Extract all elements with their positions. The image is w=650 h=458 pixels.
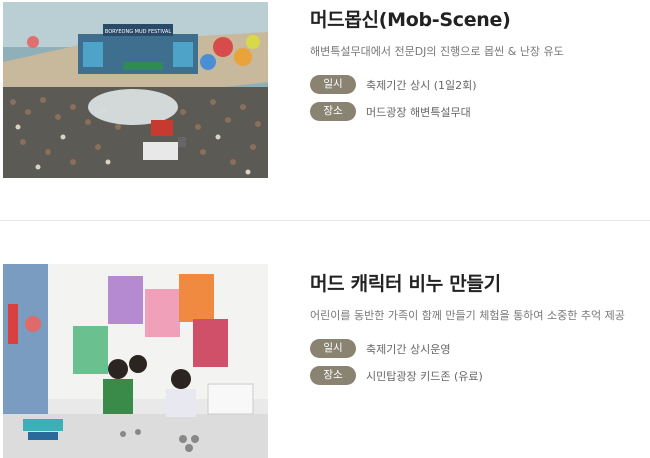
mud-soap-info: 머드 캐릭터 비누 만들기 어린이를 동반한 가족이 함께 만들기 체험을 통하…	[310, 270, 650, 393]
mud-soap-image	[3, 264, 268, 458]
program-title: 머드몹신(Mob-Scene)	[310, 9, 511, 31]
program-mud-soap: 머드 캐릭터 비누 만들기 어린이를 동반한 가족이 함께 만들기 체험을 통하…	[0, 264, 650, 458]
schedule-badge: 일시	[310, 339, 356, 358]
schedule-badge: 일시	[310, 75, 356, 94]
location-badge: 장소	[310, 102, 356, 121]
location-badge: 장소	[310, 366, 356, 385]
program-description: 어린이를 동반한 가족이 함께 만들기 체험을 통하여 소중한 추억 제공	[310, 309, 625, 322]
schedule-row: 일시 축제기간 상시운영	[310, 339, 650, 358]
schedule-value: 축제기간 상시 (1일2회)	[366, 78, 477, 92]
mud-soap-photo	[3, 264, 268, 458]
mob-scene-image: BORYEONG MUD FESTIVAL	[3, 2, 268, 178]
schedule-value: 축제기간 상시운영	[366, 342, 451, 356]
section-divider	[0, 220, 650, 221]
location-value: 시민탑광장 키드존 (유료)	[366, 369, 483, 383]
location-row: 장소 머드광장 해변특설무대	[310, 102, 650, 121]
program-title: 머드 캐릭터 비누 만들기	[310, 273, 501, 295]
mob-scene-photo: BORYEONG MUD FESTIVAL	[3, 2, 268, 178]
schedule-row: 일시 축제기간 상시 (1일2회)	[310, 75, 650, 94]
location-value: 머드광장 해변특설무대	[366, 105, 471, 119]
location-row: 장소 시민탑광장 키드존 (유료)	[310, 366, 650, 385]
mob-scene-info: 머드몹신(Mob-Scene) 해변특설무대에서 전문DJ의 진행으로 몹씬 &…	[310, 6, 650, 129]
stage-sign: BORYEONG MUD FESTIVAL	[105, 29, 171, 35]
program-mob-scene: BORYEONG MUD FESTIVAL 머드몹신(Mob-Scene) 해변…	[0, 0, 650, 180]
program-description: 해변특설무대에서 전문DJ의 진행으로 몹씬 & 난장 유도	[310, 45, 564, 58]
